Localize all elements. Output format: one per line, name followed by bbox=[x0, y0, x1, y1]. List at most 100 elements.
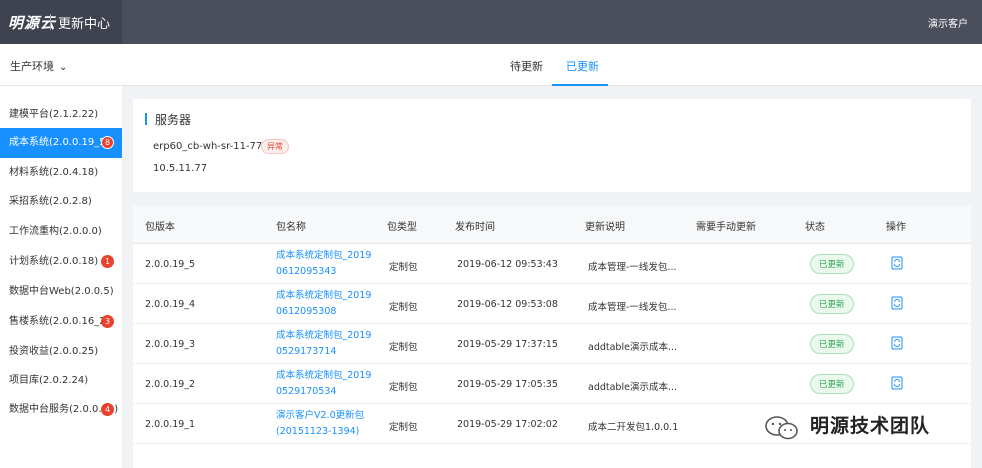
update-description: addtable演示成本... bbox=[588, 342, 678, 353]
update-description: 成本二开发包1.0.0.1 bbox=[588, 422, 679, 433]
sidebar-item[interactable]: 投资收益(2.0.0.25) bbox=[0, 337, 122, 367]
sidebar-item-label: 数据中台Web(2.0.0.5) bbox=[9, 286, 114, 297]
status-badge: 已更新 bbox=[810, 374, 854, 394]
user-name[interactable]: 演示客户 bbox=[928, 15, 968, 30]
package-name-line: 0612095308 bbox=[276, 306, 337, 317]
table-row: 2.0.0.19_2 成本系统定制包_2019 0529170534 定制包 20… bbox=[133, 364, 971, 404]
header-divider bbox=[50, 14, 51, 30]
refresh-icon[interactable] bbox=[890, 296, 904, 310]
table-header: 包版本 包名称 包类型 发布时间 更新说明 需要手动更新 状态 操作 bbox=[133, 206, 971, 244]
table-row: 2.0.0.19_3 成本系统定制包_2019 0529173714 定制包 20… bbox=[133, 324, 971, 364]
publish-time: 2019-06-12 09:53:08 bbox=[457, 299, 558, 310]
wechat-icon bbox=[764, 415, 800, 446]
sidebar-item[interactable]: 数据中台Web(2.0.0.5) bbox=[0, 277, 122, 307]
package-name-line: 0529173714 bbox=[276, 346, 337, 357]
update-description: 成本管理-一线发包... bbox=[588, 302, 677, 313]
sidebar-item-label: 成本系统(2.0.0.19_5) bbox=[9, 137, 110, 148]
package-name-line: (20151123-1394) bbox=[276, 426, 360, 437]
count-badge: 8 bbox=[101, 136, 114, 149]
sidebar-item[interactable]: 建模平台(2.1.2.22) bbox=[0, 100, 122, 130]
package-version: 2.0.0.19_3 bbox=[145, 339, 196, 350]
sidebar-item-label: 采招系统(2.0.2.8) bbox=[9, 196, 92, 207]
sidebar-item[interactable]: 工作流重构(2.0.0.0) bbox=[0, 217, 122, 247]
watermark: 明源技术团队 bbox=[760, 405, 970, 445]
sidebar-item[interactable]: 材料系统(2.0.4.18) bbox=[0, 158, 122, 188]
package-name-link[interactable]: 成本系统定制包_2019 0612095343 bbox=[276, 248, 376, 280]
refresh-icon[interactable] bbox=[890, 256, 904, 270]
environment-label: 生产环境 bbox=[10, 60, 54, 73]
column-header: 包名称 bbox=[276, 222, 306, 233]
package-type: 定制包 bbox=[389, 422, 418, 433]
update-description: 成本管理-一线发包... bbox=[588, 262, 677, 273]
package-version: 2.0.0.19_4 bbox=[145, 299, 196, 310]
table-row: 2.0.0.19_5 成本系统定制包_2019 0612095343 定制包 20… bbox=[133, 244, 971, 284]
publish-time: 2019-05-29 17:37:15 bbox=[457, 339, 558, 350]
package-name-line: 成本系统定制包_2019 bbox=[276, 330, 372, 341]
server-host[interactable]: erp60_cb-wh-sr-11-77 ... bbox=[153, 141, 275, 152]
publish-time: 2019-05-29 17:05:35 bbox=[457, 379, 558, 390]
column-header: 状态 bbox=[805, 222, 825, 233]
server-section-title: 服务器 bbox=[155, 113, 192, 127]
server-status-badge: 异常 bbox=[261, 139, 289, 154]
package-name-line: 成本系统定制包_2019 bbox=[276, 290, 372, 301]
sub-toolbar: 生产环境 ⌄ 待更新 已更新 bbox=[0, 44, 982, 86]
column-header: 操作 bbox=[886, 222, 906, 233]
column-header: 更新说明 bbox=[585, 222, 625, 233]
package-name-line: 演示客户V2.0更新包 bbox=[276, 410, 365, 421]
sidebar-item-active[interactable]: 成本系统(2.0.0.19_5) 8 bbox=[0, 128, 122, 158]
app-title: 更新中心 bbox=[58, 17, 111, 32]
sidebar-item-label: 工作流重构(2.0.0.0) bbox=[9, 226, 102, 237]
environment-select[interactable]: 生产环境 ⌄ bbox=[10, 58, 67, 74]
sidebar-item-label: 计划系统(2.0.0.18) bbox=[9, 256, 99, 267]
sidebar-item[interactable]: 采招系统(2.0.2.8) bbox=[0, 187, 122, 217]
sidebar-item[interactable]: 计划系统(2.0.0.18) 1 bbox=[0, 247, 122, 277]
count-badge: 4 bbox=[101, 403, 114, 416]
package-name-link[interactable]: 成本系统定制包_2019 0529170534 bbox=[276, 368, 376, 400]
count-badge: 1 bbox=[101, 255, 114, 268]
package-type: 定制包 bbox=[389, 342, 418, 353]
status-badge: 已更新 bbox=[810, 294, 854, 314]
watermark-text: 明源技术团队 bbox=[810, 415, 931, 437]
server-card: 服务器 erp60_cb-wh-sr-11-77 ... 异常 10.5.11.… bbox=[133, 99, 971, 192]
sidebar-item-label: 材料系统(2.0.4.18) bbox=[9, 167, 99, 178]
count-badge: 3 bbox=[101, 315, 114, 328]
brand-logo: 明源云 bbox=[8, 14, 57, 32]
server-ip: 10.5.11.77 bbox=[153, 163, 208, 174]
top-header: 明源云 更新中心 演示客户 bbox=[0, 0, 982, 44]
package-name-line: 成本系统定制包_2019 bbox=[276, 370, 372, 381]
package-name-link[interactable]: 演示客户V2.0更新包 (20151123-1394) bbox=[276, 408, 376, 440]
sidebar-item[interactable]: 项目库(2.0.2.24) bbox=[0, 366, 122, 396]
system-sidebar: 建模平台(2.1.2.22) 成本系统(2.0.0.19_5) 8 材料系统(2.… bbox=[0, 86, 122, 468]
package-type: 定制包 bbox=[389, 262, 418, 273]
package-type: 定制包 bbox=[389, 382, 418, 393]
tab-updated[interactable]: 已更新 bbox=[566, 58, 599, 74]
column-header: 发布时间 bbox=[455, 222, 495, 233]
sidebar-item-label: 售楼系统(2.0.0.16_2) bbox=[9, 316, 110, 327]
status-badge: 已更新 bbox=[810, 254, 854, 274]
sidebar-item-label: 项目库(2.0.2.24) bbox=[9, 375, 89, 386]
column-header: 需要手动更新 bbox=[696, 222, 756, 233]
package-version: 2.0.0.19_2 bbox=[145, 379, 196, 390]
package-name-line: 0612095343 bbox=[276, 266, 337, 277]
sidebar-item[interactable]: 数据中台服务(2.0.0.13) 4 bbox=[0, 395, 122, 425]
column-header: 包类型 bbox=[387, 222, 417, 233]
logo-area: 明源云 更新中心 bbox=[0, 0, 122, 44]
section-accent-bar bbox=[145, 113, 147, 125]
table-row: 2.0.0.19_4 成本系统定制包_2019 0612095308 定制包 20… bbox=[133, 284, 971, 324]
tab-pending[interactable]: 待更新 bbox=[510, 58, 543, 74]
sidebar-item-label: 投资收益(2.0.0.25) bbox=[9, 346, 99, 357]
package-name-line: 成本系统定制包_2019 bbox=[276, 250, 372, 261]
sidebar-item[interactable]: 售楼系统(2.0.0.16_2) 3 bbox=[0, 307, 122, 337]
sidebar-item-label: 建模平台(2.1.2.22) bbox=[9, 109, 99, 120]
active-tab-indicator bbox=[552, 84, 608, 86]
publish-time: 2019-05-29 17:02:02 bbox=[457, 419, 558, 430]
package-name-link[interactable]: 成本系统定制包_2019 0612095308 bbox=[276, 288, 376, 320]
publish-time: 2019-06-12 09:53:43 bbox=[457, 259, 558, 270]
refresh-icon[interactable] bbox=[890, 376, 904, 390]
package-name-line: 0529170534 bbox=[276, 386, 337, 397]
status-badge: 已更新 bbox=[810, 334, 854, 354]
package-name-link[interactable]: 成本系统定制包_2019 0529173714 bbox=[276, 328, 376, 360]
refresh-icon[interactable] bbox=[890, 336, 904, 350]
update-description: addtable演示成本... bbox=[588, 382, 678, 393]
column-header: 包版本 bbox=[145, 222, 175, 233]
